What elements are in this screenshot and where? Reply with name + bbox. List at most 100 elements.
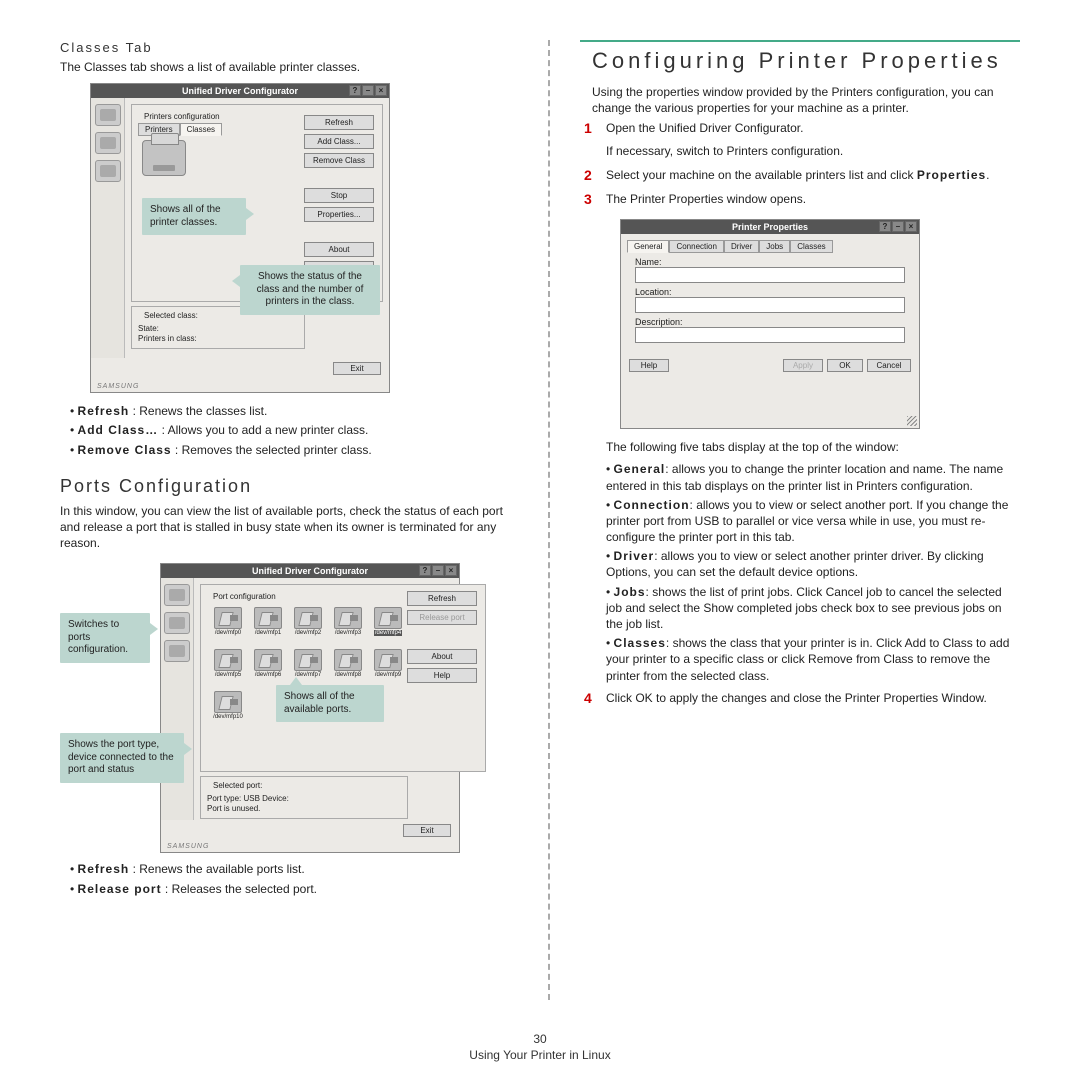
description-input[interactable]: [635, 327, 905, 343]
properties-button[interactable]: Properties...: [304, 207, 374, 222]
cancel-button[interactable]: Cancel: [867, 359, 911, 372]
stop-button[interactable]: Stop: [304, 188, 374, 203]
tab-description-item: General: allows you to change the printe…: [606, 461, 1020, 493]
location-input[interactable]: [635, 297, 905, 313]
port-item[interactable]: /dev/mfp2: [291, 607, 325, 645]
step4-text: Click OK to apply the changes and close …: [606, 690, 987, 706]
fieldset-legend: Port configuration: [211, 592, 278, 601]
exit-button[interactable]: Exit: [403, 824, 451, 837]
term-refresh-ports: Refresh: [78, 862, 130, 876]
window-titlebar: Unified Driver Configurator ? – ×: [91, 84, 389, 98]
minimize-icon[interactable]: –: [362, 85, 374, 96]
classes-bullet-list: Refresh : Renews the classes list. Add C…: [70, 403, 518, 458]
tab-driver[interactable]: Driver: [724, 240, 759, 253]
name-input[interactable]: [635, 267, 905, 283]
ports-mode-icon[interactable]: [95, 160, 121, 182]
chapter-title: Using Your Printer in Linux: [469, 1048, 610, 1062]
refresh-button[interactable]: Refresh: [304, 115, 374, 130]
callout-all-classes: Shows all of the printer classes.: [142, 198, 246, 235]
exit-button[interactable]: Exit: [333, 362, 381, 375]
close-icon[interactable]: ×: [905, 221, 917, 232]
add-class-button[interactable]: Add Class...: [304, 134, 374, 149]
tab-description-item: Driver: allows you to view or select ano…: [606, 548, 1020, 580]
callout-available-ports: Shows all of the available ports.: [276, 685, 384, 722]
tab-classes[interactable]: Classes: [790, 240, 832, 253]
port-icon: [374, 607, 402, 629]
desc-refresh-ports: : Renews the available ports list.: [129, 862, 304, 876]
tab-jobs[interactable]: Jobs: [759, 240, 790, 253]
term-removeclass: Remove Class: [78, 443, 172, 457]
port-item[interactable]: /dev/mfp4: [371, 607, 405, 645]
step-number: 1: [584, 120, 598, 162]
step-number: 3: [584, 191, 598, 211]
printers-mode-icon[interactable]: [95, 104, 121, 126]
port-item[interactable]: /dev/mfp10: [211, 691, 245, 729]
minimize-icon[interactable]: –: [892, 221, 904, 232]
classes-screenshot: Unified Driver Configurator ? – × Printe…: [90, 83, 390, 393]
port-item[interactable]: /dev/mfp1: [251, 607, 285, 645]
help-icon[interactable]: ?: [419, 565, 431, 576]
port-item[interactable]: /dev/mfp6: [251, 649, 285, 687]
port-item[interactable]: /dev/mfp9: [371, 649, 405, 687]
selected-port-legend: Selected port:: [211, 781, 264, 791]
callout-switch-ports: Switches to ports configuration.: [60, 613, 150, 663]
release-port-button[interactable]: Release port: [407, 610, 477, 625]
step3-text: The Printer Properties window opens.: [606, 191, 806, 207]
desc-refresh: : Renews the classes list.: [129, 404, 267, 418]
port-icon: [294, 607, 322, 629]
window-titlebar: Unified Driver Configurator ? – ×: [161, 564, 459, 578]
section-rule: [580, 40, 1020, 42]
tab-connection[interactable]: Connection: [669, 240, 723, 253]
tab-general[interactable]: General: [627, 240, 669, 253]
desc-addclass: : Allows you to add a new printer class.: [158, 423, 368, 437]
term-refresh: Refresh: [78, 404, 130, 418]
printer-class-icon[interactable]: [142, 140, 186, 176]
ports-bullet-list: Refresh : Renews the available ports lis…: [70, 861, 518, 896]
step-number: 4: [584, 690, 598, 710]
port-type-line: Port type: USB Device:: [207, 794, 401, 804]
minimize-icon[interactable]: –: [432, 565, 444, 576]
tab-description-item: Connection: allows you to view or select…: [606, 497, 1020, 546]
classes-tab-heading: Classes Tab: [60, 40, 518, 55]
scanners-mode-icon[interactable]: [164, 612, 190, 634]
window-title: Unified Driver Configurator: [182, 86, 298, 96]
port-icon: [214, 691, 242, 713]
about-button[interactable]: About: [407, 649, 477, 664]
port-icon: [334, 649, 362, 671]
port-item[interactable]: /dev/mfp5: [211, 649, 245, 687]
refresh-button[interactable]: Refresh: [407, 591, 477, 606]
close-icon[interactable]: ×: [375, 85, 387, 96]
step1b-text: If necessary, switch to Printers configu…: [606, 143, 843, 159]
close-icon[interactable]: ×: [445, 565, 457, 576]
column-divider: [548, 40, 550, 1000]
desc-release-port: : Releases the selected port.: [162, 882, 317, 896]
tabs-description-list: General: allows you to change the printe…: [606, 461, 1020, 683]
help-icon[interactable]: ?: [879, 221, 891, 232]
brand-label: SAMSUNG: [167, 843, 209, 850]
port-item[interactable]: /dev/mfp0: [211, 607, 245, 645]
page-footer: 30 Using Your Printer in Linux: [0, 1032, 1080, 1062]
port-item[interactable]: /dev/mfp3: [331, 607, 365, 645]
step1-text: Open the Unified Driver Configurator.: [606, 120, 843, 136]
ports-heading: Ports Configuration: [60, 476, 518, 497]
apply-button[interactable]: Apply: [783, 359, 823, 372]
section-intro: Using the properties window provided by …: [592, 84, 1020, 116]
tab-classes[interactable]: Classes: [180, 123, 222, 136]
ports-mode-icon[interactable]: [164, 640, 190, 662]
port-icon: [214, 649, 242, 671]
help-icon[interactable]: ?: [349, 85, 361, 96]
port-item[interactable]: /dev/mfp8: [331, 649, 365, 687]
location-label: Location:: [635, 287, 905, 297]
port-icon: [254, 607, 282, 629]
printers-mode-icon[interactable]: [164, 584, 190, 606]
resize-grip-icon[interactable]: [907, 416, 917, 426]
about-button[interactable]: About: [304, 242, 374, 257]
remove-class-button[interactable]: Remove Class: [304, 153, 374, 168]
help-button[interactable]: Help: [407, 668, 477, 683]
window-title: Printer Properties: [732, 222, 808, 232]
ok-button[interactable]: OK: [827, 359, 863, 372]
name-label: Name:: [635, 257, 905, 267]
classes-intro: The Classes tab shows a list of availabl…: [60, 59, 518, 75]
help-button[interactable]: Help: [629, 359, 669, 372]
scanners-mode-icon[interactable]: [95, 132, 121, 154]
